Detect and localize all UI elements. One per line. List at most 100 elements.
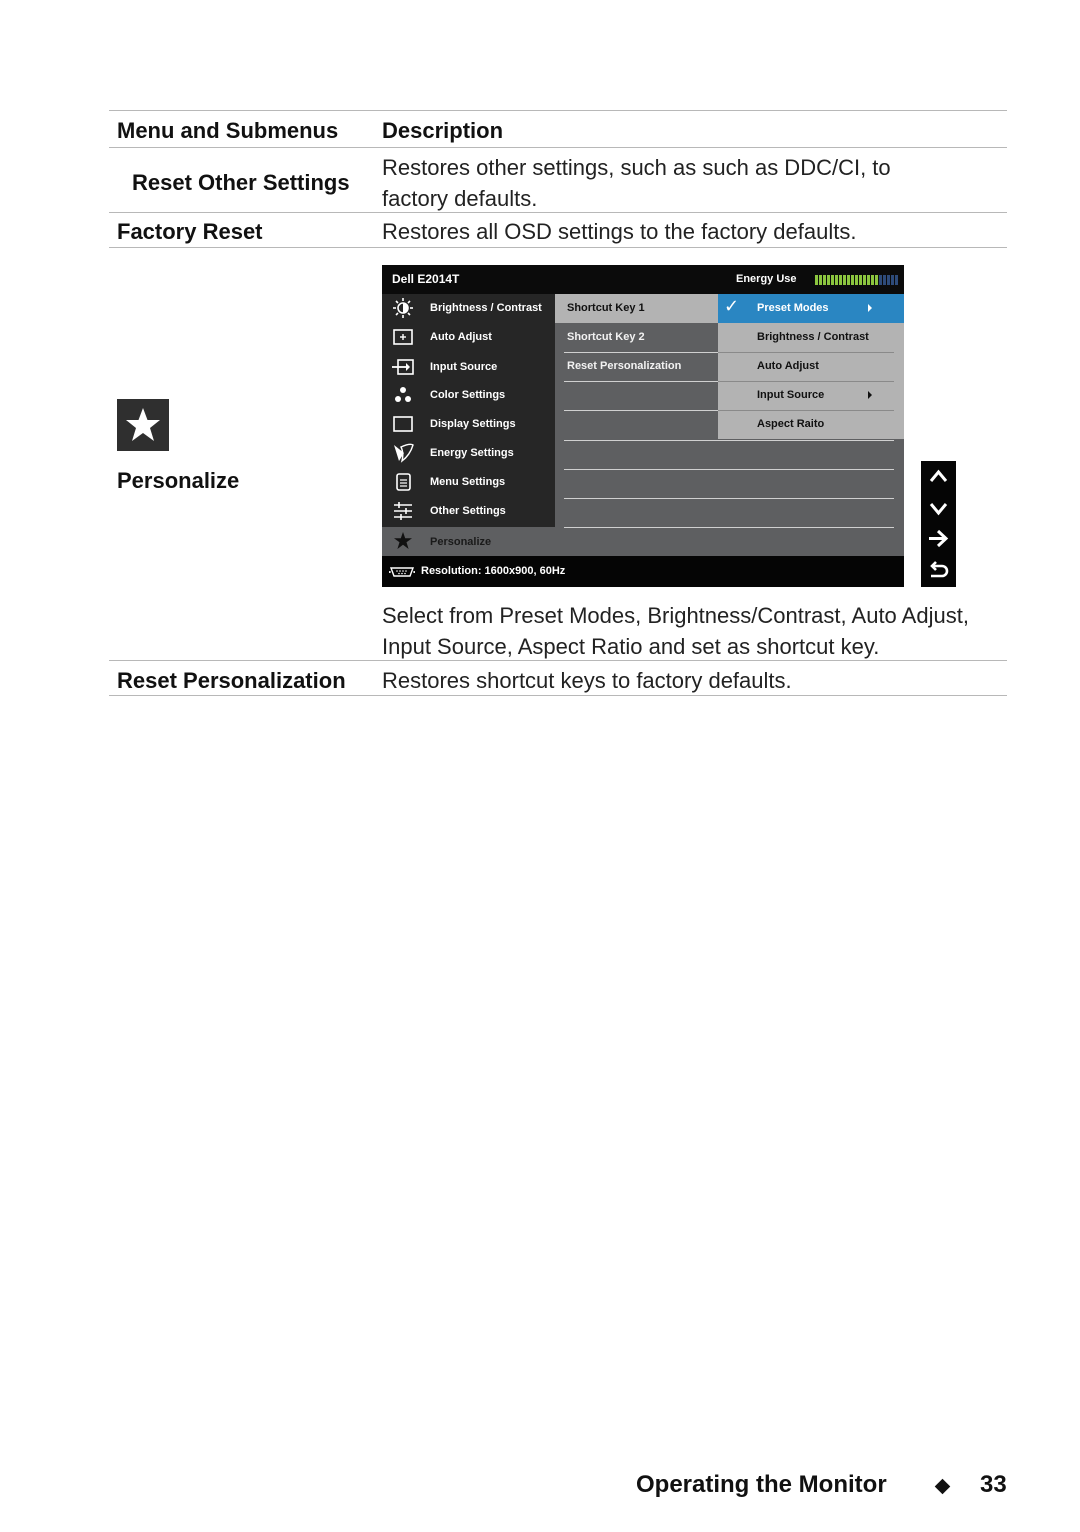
energy-segment-off [883,275,886,285]
up-icon[interactable] [927,466,950,489]
energy-segment-on [855,275,858,285]
osd-menu-item-other-settings[interactable]: Other Settings [382,497,555,526]
osd-option-auto-adjust[interactable]: Auto Adjust [718,352,904,381]
row-divider [109,247,1007,248]
menu-settings-icon [396,473,411,491]
auto-adjust-icon [393,329,413,345]
osd-option-brightness-contrast[interactable]: Brightness / Contrast [718,323,904,352]
energy-segment-on [827,275,830,285]
osd-option-label: Preset Modes [757,302,829,314]
osd-submenu-shortcut-key-2[interactable]: Shortcut Key 2 [555,323,718,352]
osd-menu-item-label: Auto Adjust [430,331,492,343]
checkmark-icon: ✓ [724,296,740,316]
divider [564,498,894,499]
osd-menu-item-label: Color Settings [430,389,506,401]
column-header-description: Description [382,118,504,143]
input-source-icon [392,359,414,375]
osd-option-input-source[interactable]: Input Source [718,381,904,410]
divider [564,410,718,411]
down-icon[interactable] [927,497,950,520]
osd-submenu-label: Reset Personalization [567,360,682,372]
osd-option-aspect-ratio[interactable]: Aspect Raito [718,410,904,439]
menu-name-reset-personalization: Reset Personalization [117,668,346,693]
description-personalize: Select from Preset Modes, Brightness/Con… [382,603,969,659]
energy-segment-on [863,275,866,285]
osd-menu-item-label: Display Settings [430,418,516,430]
description-reset-personalization: Restores shortcut keys to factory defaul… [382,668,792,693]
osd-submenu-shortcut-key-1[interactable]: Shortcut Key 1 [555,294,718,323]
menu-name-factory-reset: Factory Reset [117,219,263,244]
display-settings-icon [393,416,413,432]
energy-segment-on [823,275,826,285]
energy-use-label: Energy Use [736,273,797,285]
divider [718,381,894,382]
energy-segment-off [879,275,882,285]
osd-menu-item-auto-adjust[interactable]: Auto Adjust [382,323,555,352]
osd-menu-item-brightness-contrast[interactable]: Brightness / Contrast [382,294,555,323]
energy-segment-off [891,275,894,285]
menu-name-personalize: Personalize [117,468,240,493]
column-header-menu: Menu and Submenus [117,118,339,143]
back-icon[interactable] [927,559,950,582]
osd-submenu-label: Shortcut Key 2 [567,331,645,343]
osd-option-label: Brightness / Contrast [757,331,869,343]
divider [564,352,718,353]
divider [564,381,718,382]
color-settings-icon [395,387,411,402]
description-reset-other-settings: Restores other settings, such as such as… [382,155,891,211]
energy-segment-on [815,275,818,285]
energy-segment-off [895,275,898,285]
osd-menu-item-label: Brightness / Contrast [430,302,542,314]
page-number: 33 [980,1471,1007,1498]
osd-menu-item-energy-settings[interactable]: Energy Settings [382,439,555,468]
osd-status-bar: Resolution: 1600x900, 60Hz [382,556,904,587]
osd-menu-item-color-settings[interactable]: Color Settings [382,381,555,410]
energy-segment-on [843,275,846,285]
osd-option-label: Auto Adjust [757,360,819,372]
description-factory-reset: Restores all OSD settings to the factory… [382,219,857,244]
vga-connector-icon [389,567,415,577]
osd-menu-item-label: Other Settings [430,505,506,517]
energy-use-meter [815,275,898,285]
energy-segment-off [887,275,890,285]
divider [564,440,894,441]
energy-segment-on [819,275,822,285]
energy-segment-on [871,275,874,285]
osd-submenu-reset-personalization[interactable]: Reset Personalization [555,352,718,381]
osd-menu-item-personalize[interactable]: Personalize [382,527,904,556]
osd-menu-item-label: Personalize [430,536,492,548]
menu-name-reset-other-settings: Reset Other Settings [132,170,350,195]
other-settings-icon [394,502,412,520]
submenu-arrow-icon [868,391,872,399]
osd-menu-item-display-settings[interactable]: Display Settings [382,410,555,439]
footer-section-title: Operating the Monitor [636,1471,887,1498]
energy-segment-on [867,275,870,285]
energy-segment-on [839,275,842,285]
osd-title-bar: Dell E2014T Energy Use [382,265,904,294]
osd-option-label: Aspect Raito [757,418,825,430]
osd-menu-item-label: Menu Settings [430,476,506,488]
osd-submenu-label: Shortcut Key 1 [567,302,645,314]
energy-segment-on [835,275,838,285]
osd-menu-item-input-source[interactable]: Input Source [382,353,555,382]
osd-option-preset-modes[interactable]: ✓ Preset Modes [718,294,904,323]
energy-segment-on [831,275,834,285]
osd-navigation-buttons [921,461,956,587]
energy-segment-on [847,275,850,285]
energy-segment-on [875,275,878,285]
osd-option-label: Input Source [757,389,825,401]
divider [564,469,894,470]
divider [718,352,894,353]
osd-menu-item-menu-settings[interactable]: Menu Settings [382,468,555,497]
star-icon [394,532,412,549]
osd-menu-item-label: Input Source [430,361,498,373]
energy-segment-on [859,275,862,285]
enter-arrow-icon[interactable] [927,527,950,550]
osd-model-name: Dell E2014T [392,272,460,286]
personalize-star-icon [117,399,169,451]
brightness-icon [393,298,413,318]
table-top-rule [109,110,1007,111]
diamond-separator-icon [934,1478,951,1495]
osd-menu-item-label: Energy Settings [430,447,514,459]
table-header-rule [109,147,1007,148]
